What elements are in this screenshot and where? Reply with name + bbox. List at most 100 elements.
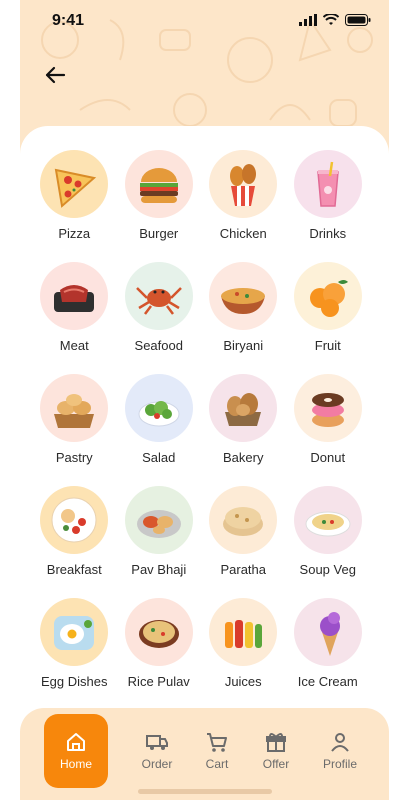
cart-icon [207,733,227,752]
category-label: Chicken [219,226,267,241]
drinks-icon [316,161,339,207]
nav-order[interactable]: Order [125,714,189,788]
category-ice-cream[interactable]: Ice Cream [286,598,371,690]
category-circle [124,598,193,666]
home-indicator [138,789,272,794]
nav-profile[interactable]: Profile [308,714,372,788]
category-label: Soup Veg [299,562,356,577]
nav-home-label: Home [59,757,92,771]
biryani-icon [221,288,266,314]
rice-icon [138,620,179,648]
category-label: Seafood [134,338,183,353]
chicken-icon [230,164,257,206]
category-label: Pizza [58,226,91,241]
back-arrow-icon[interactable] [44,64,66,86]
category-seafood[interactable]: Seafood [117,262,202,354]
category-donut[interactable]: Donut [286,374,371,466]
fruit-icon [309,280,348,317]
category-burger[interactable]: Burger [117,150,202,242]
category-circle [293,262,362,330]
category-card: Pizza Burger Chicken Drinks Meat Seafood… [20,126,389,800]
category-biryani[interactable]: Biryani [201,262,286,354]
signal-icon [299,14,317,26]
category-soup-veg[interactable]: Soup Veg [286,486,371,578]
category-label: Bakery [223,450,264,465]
category-label: Biryani [223,338,264,353]
phone-screen: 9:41 Pizza Burger Chicken Drinks Meat Se… [20,0,389,800]
category-circle [293,374,362,442]
category-label: Donut [310,450,346,465]
category-circle [209,262,278,330]
category-label: Rice Pulav [127,674,190,689]
category-circle [124,374,193,442]
salad-icon [138,401,180,427]
status-time: 9:41 [52,12,85,29]
category-chicken[interactable]: Chicken [201,150,286,242]
category-pizza[interactable]: Pizza [32,150,117,242]
nav-offer[interactable]: Offer [244,714,308,788]
category-label: Burger [139,226,179,241]
category-label: Pav Bhaji [131,562,187,577]
status-bar: 9:41 [20,0,389,44]
category-label: Pastry [55,450,93,465]
category-paratha[interactable]: Paratha [201,486,286,578]
paratha-icon [223,507,264,536]
category-circle [293,598,362,666]
category-rice-pulav[interactable]: Rice Pulav [117,598,202,690]
category-circle [40,374,109,442]
battery-icon [345,14,371,26]
burger-icon [139,168,178,203]
category-drinks[interactable]: Drinks [286,150,371,242]
nav-cart-label: Cart [205,757,229,771]
bottom-navigation: Home Order Cart Offer Profile [20,708,389,800]
category-circle [124,262,193,330]
nav-offer-label: Offer [262,757,290,771]
ice-cream-icon [319,612,340,656]
home-icon [67,733,85,751]
donut-icon [311,393,344,427]
category-bakery[interactable]: Bakery [201,374,286,466]
profile-icon [331,733,349,752]
category-circle [293,486,362,554]
category-egg-dishes[interactable]: Egg Dishes [32,598,117,690]
category-juices[interactable]: Juices [201,598,286,690]
pastry-icon [54,394,95,428]
category-circle [40,598,109,666]
nav-order-label: Order [141,757,173,771]
nav-profile-label: Profile [322,757,357,771]
category-circle [209,150,278,218]
category-circle [209,486,278,554]
category-circle [40,150,109,218]
soup-icon [305,511,351,537]
bakery-icon [225,393,262,426]
wifi-icon [323,14,339,25]
category-breakfast[interactable]: Breakfast [32,486,117,578]
seafood-icon [135,287,182,315]
category-label: Juices [224,674,262,689]
category-circle [293,150,362,218]
category-pastry[interactable]: Pastry [32,374,117,466]
truck-icon [146,735,168,750]
category-pav-bhaji[interactable]: Pav Bhaji [117,486,202,578]
category-circle [124,150,193,218]
meat-icon [54,285,95,312]
category-label: Drinks [309,226,347,241]
category-circle [40,486,109,554]
pav-bhaji-icon [136,510,181,538]
egg-icon [54,616,95,650]
pizza-icon [55,168,97,208]
category-circle [209,598,278,666]
category-salad[interactable]: Salad [117,374,202,466]
category-label: Paratha [220,562,267,577]
nav-home[interactable]: Home [44,714,108,788]
category-circle [209,374,278,442]
category-fruit[interactable]: Fruit [286,262,371,354]
category-meat[interactable]: Meat [32,262,117,354]
juice-icon [225,620,263,648]
category-label: Meat [59,338,89,353]
nav-cart[interactable]: Cart [185,714,249,788]
gift-icon [266,733,286,752]
category-label: Fruit [314,338,341,353]
category-grid: Pizza Burger Chicken Drinks Meat Seafood… [32,150,377,690]
category-label: Egg Dishes [41,674,108,689]
